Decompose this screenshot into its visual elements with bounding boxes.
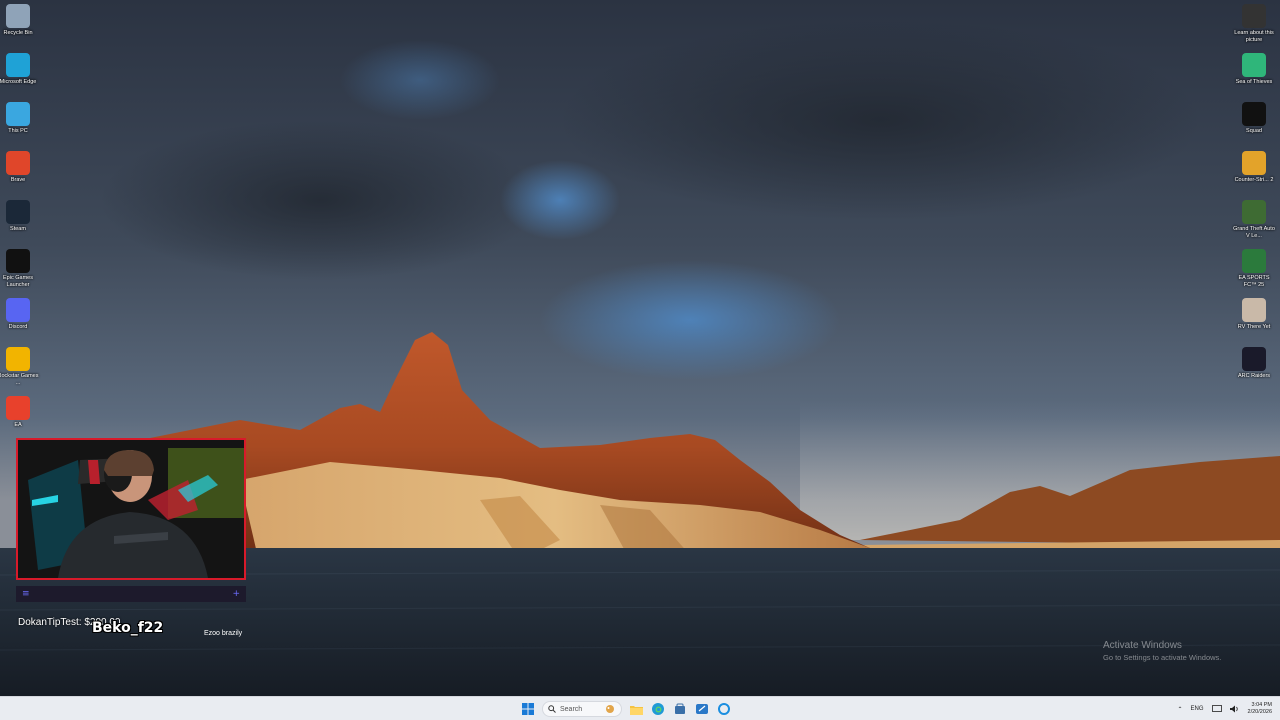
snipping-tool-icon (696, 704, 708, 714)
desktop-icon[interactable]: Counter-Stri... 2 (1234, 151, 1274, 184)
arc-raiders-icon (1242, 347, 1266, 371)
overlay-small-text: Ezoo brazily (204, 630, 243, 637)
clock-date: 2/20/2026 (1247, 709, 1272, 715)
chat-overlay-icon-left: ≡ (22, 589, 30, 599)
discord-icon (6, 298, 30, 322)
desktop-icon-label: Steam (10, 226, 26, 232)
windows-logo-icon (522, 703, 534, 715)
circle-app-icon (718, 703, 730, 715)
language-indicator[interactable]: ENG (1191, 706, 1204, 712)
counter-strike-icon (1242, 151, 1266, 175)
edge-icon (6, 53, 30, 77)
taskbar-center: Search (520, 697, 732, 720)
ea-sports-fc-icon (1242, 249, 1266, 273)
taskbar-search[interactable]: Search (542, 701, 622, 717)
desktop-icon[interactable]: RV There Yet (1234, 298, 1274, 331)
store-taskbar-button[interactable] (672, 701, 688, 717)
desktop-icon-label: Microsoft Edge (0, 79, 37, 85)
clock[interactable]: 3:04 PM 2/20/2026 (1248, 702, 1272, 716)
desktop-icon[interactable]: Discord (0, 298, 38, 331)
desktop-icon-label: ARC Raiders (1237, 373, 1271, 379)
chevron-up-icon[interactable]: ⌃ (1177, 706, 1182, 713)
desktop-icon[interactable]: Sea of Thieves (1234, 53, 1274, 86)
steam-icon (6, 200, 30, 224)
edge-icon (652, 703, 664, 715)
snipping-tool-taskbar-button[interactable] (694, 701, 710, 717)
desktop-icon[interactable]: Recycle Bin (0, 4, 38, 37)
chat-overlay-bar: ≡ + (16, 586, 246, 602)
desktop-icon[interactable]: Microsoft Edge (0, 53, 38, 86)
brave-icon (6, 151, 30, 175)
desktop-icon-label: This PC (8, 128, 28, 134)
activate-title: Activate Windows (1103, 640, 1182, 651)
activate-windows-watermark: Activate Windows Go to Settings to activ… (1103, 640, 1221, 662)
ea-icon (6, 396, 30, 420)
desktop-icon[interactable]: Epic Games Launcher (0, 249, 38, 289)
desktop-icon-label: Epic Games Launcher (3, 275, 33, 288)
desktop-icon[interactable]: Squad (1234, 102, 1274, 135)
app-taskbar-button[interactable] (716, 701, 732, 717)
monitor-icon (6, 102, 30, 126)
squad-icon (1242, 102, 1266, 126)
folder-icon (629, 705, 643, 715)
rockstar-icon (6, 347, 30, 371)
search-highlight-icon (606, 705, 614, 713)
desktop-icon-label: Sea of Thieves (1235, 79, 1273, 85)
desktop-icon[interactable]: Steam (0, 200, 38, 233)
desktop-icon-label: Brave (10, 177, 26, 183)
desktop-icon[interactable]: Brave (0, 151, 38, 184)
network-icon[interactable] (1211, 705, 1222, 713)
search-placeholder: Search (560, 705, 583, 713)
desktop-icon-label: Discord (8, 324, 28, 330)
volume-icon[interactable] (1229, 705, 1240, 713)
desktop-icon[interactable]: Rockstar Games ... (0, 347, 38, 387)
rv-there-yet-icon (1242, 298, 1266, 322)
webcam-overlay (16, 438, 246, 580)
desktop-icon[interactable]: ARC Raiders (1234, 347, 1274, 380)
sea-of-thieves-icon (1242, 53, 1266, 77)
clock-time: 3:04 PM (1251, 702, 1272, 708)
desktop-icon-label: Learn about this picture (1234, 30, 1274, 43)
desktop-icon[interactable]: EA SPORTS FC™ 25 (1234, 249, 1274, 289)
recycle-bin-icon (6, 4, 30, 28)
desktop-icon-label: Counter-Stri... 2 (1234, 177, 1274, 183)
gta-icon (1242, 200, 1266, 224)
desktop-icon-label: Squad (1246, 128, 1262, 134)
camera-info-icon (1242, 4, 1266, 28)
desktop-icon[interactable]: This PC (0, 102, 38, 135)
desktop-icon[interactable]: Learn about this picture (1234, 4, 1274, 44)
desktop-icon[interactable]: EA (0, 396, 38, 429)
desktop-icon-label: RV There Yet (1237, 324, 1271, 330)
file-explorer-button[interactable] (628, 701, 644, 717)
desktop-icon-label: EA (14, 422, 22, 428)
epic-games-icon (6, 249, 30, 273)
desktop-icon[interactable]: Grand Theft Auto V Le... (1233, 200, 1275, 240)
start-button[interactable] (520, 701, 536, 717)
chat-overlay-icon-right: + (232, 589, 240, 599)
system-tray: ⌃ ENG 3:04 PM 2/20/2026 (1177, 697, 1272, 720)
desktop-icon-label: EA SPORTS FC™ 25 (1238, 275, 1270, 288)
store-icon (675, 703, 685, 714)
desktop-icon-label: Grand Theft Auto V Le... (1233, 226, 1275, 239)
search-icon (548, 705, 556, 713)
edge-taskbar-button[interactable] (650, 701, 666, 717)
desktop-icon-label: Rockstar Games ... (0, 373, 39, 386)
desktop-icon-label: Recycle Bin (3, 30, 33, 36)
taskbar: Search ⌃ ENG 3:04 PM 2/20/2026 (0, 696, 1280, 720)
streamer-name: Beko_f22 (92, 620, 164, 636)
activate-subtitle: Go to Settings to activate Windows. (1103, 653, 1222, 662)
